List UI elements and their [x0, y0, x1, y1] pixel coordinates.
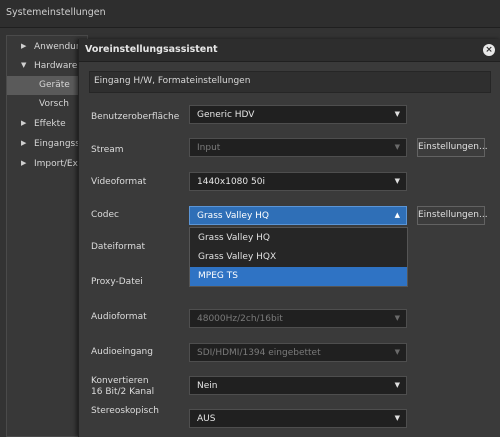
tree-item-import-export[interactable]: ▶ Import/Exp	[7, 155, 87, 174]
audioeingang-label: Audioeingang	[91, 347, 153, 357]
stream-settings-button[interactable]: Einstellungen...	[417, 138, 488, 157]
triangle-right-icon: ▶	[21, 159, 27, 167]
select-value: Generic HDV	[197, 110, 255, 120]
videoformat-select[interactable]: 1440x1080 50i ▼	[189, 172, 407, 191]
codec-option[interactable]: Grass Valley HQ	[190, 229, 407, 248]
preset-wizard-dialog: Voreinstellungsassistent × Eingang H/W, …	[78, 39, 500, 437]
stream-label: Stream	[91, 145, 124, 155]
tree-item-anwendung[interactable]: ▶ Anwendun	[7, 38, 87, 57]
tree-item-geraete[interactable]: Geräte	[7, 76, 87, 95]
konvertieren-label-line1: Konvertieren	[91, 376, 149, 386]
select-value: 48000Hz/2ch/16bit	[197, 314, 283, 324]
benutzeroberflaeche-label: Benutzeroberfläche	[91, 112, 180, 122]
konvertieren-select[interactable]: Nein ▼	[189, 376, 407, 395]
section-header: Eingang H/W, Formateinstellungen	[89, 71, 491, 93]
tree-item-label: Hardware	[34, 61, 78, 71]
select-value: Nein	[197, 381, 218, 391]
audioformat-label: Audioformat	[91, 312, 147, 322]
tree-item-label: Import/Exp	[34, 159, 84, 169]
tree-item-label: Anwendun	[34, 42, 82, 52]
stereoskopisch-label: Stereoskopisch	[91, 406, 159, 416]
benutzeroberflaeche-select[interactable]: Generic HDV ▼	[189, 105, 407, 124]
triangle-right-icon: ▶	[21, 119, 27, 127]
tree-item-label: Geräte	[39, 80, 70, 90]
section-title: Eingang H/W, Formateinstellungen	[94, 76, 251, 86]
tree-item-label: Eingangsst	[34, 139, 84, 149]
codec-option[interactable]: Grass Valley HQX	[190, 248, 407, 267]
chevron-down-icon: ▼	[394, 314, 400, 322]
triangle-right-icon: ▶	[21, 139, 27, 147]
chevron-down-icon: ▼	[394, 348, 400, 356]
audioformat-select: 48000Hz/2ch/16bit ▼	[189, 309, 407, 328]
audioeingang-select: SDI/HDMI/1394 eingebettet ▼	[189, 343, 407, 362]
dialog-titlebar: Voreinstellungsassistent ×	[79, 39, 500, 62]
codec-option-label: Grass Valley HQ	[198, 233, 270, 243]
select-value: Input	[197, 143, 221, 153]
window-title: Systemeinstellungen	[6, 7, 106, 18]
codec-label: Codec	[91, 210, 119, 220]
stereoskopisch-select[interactable]: AUS ▼	[189, 409, 407, 428]
select-value: AUS	[197, 414, 216, 424]
select-value: Grass Valley HQ	[197, 211, 269, 221]
konvertieren-label: Konvertieren 16 Bit/2 Kanal	[91, 376, 154, 398]
chevron-down-icon: ▼	[394, 143, 400, 151]
codec-option-label: MPEG TS	[198, 271, 238, 281]
chevron-up-icon: ▲	[394, 211, 400, 219]
settings-tree: ▶ Anwendun ▼ Hardware Geräte Vorsch ▶ Ef…	[6, 35, 88, 437]
tree-item-vorschau[interactable]: Vorsch	[7, 95, 87, 114]
chevron-down-icon: ▼	[394, 381, 400, 389]
codec-settings-button[interactable]: Einstellungen...	[417, 206, 488, 225]
triangle-down-icon: ▼	[21, 61, 27, 69]
codec-select[interactable]: Grass Valley HQ ▲	[189, 206, 407, 225]
proxy-label: Proxy-Datei	[91, 277, 143, 287]
tree-item-effekte[interactable]: ▶ Effekte	[7, 115, 87, 134]
select-value: 1440x1080 50i	[197, 177, 265, 187]
stream-select: Input ▼	[189, 138, 407, 157]
tree-item-label: Effekte	[34, 119, 66, 129]
tree-item-label: Vorsch	[39, 99, 70, 109]
select-value: SDI/HDMI/1394 eingebettet	[197, 348, 321, 358]
tree-item-eingangssteuerung[interactable]: ▶ Eingangsst	[7, 135, 87, 154]
chevron-down-icon: ▼	[394, 414, 400, 422]
codec-dropdown-list: Grass Valley HQ Grass Valley HQX MPEG TS	[189, 227, 408, 287]
codec-option-label: Grass Valley HQX	[198, 252, 277, 262]
tree-item-hardware[interactable]: ▼ Hardware	[7, 57, 87, 76]
dateiformat-label: Dateiformat	[91, 242, 146, 252]
window-titlebar: Systemeinstellungen	[0, 0, 500, 28]
videoformat-label: Videoformat	[91, 177, 147, 187]
chevron-down-icon: ▼	[394, 177, 400, 185]
dialog-title: Voreinstellungsassistent	[85, 44, 218, 55]
close-icon[interactable]: ×	[483, 44, 495, 56]
konvertieren-label-line2: 16 Bit/2 Kanal	[91, 387, 155, 397]
codec-option-highlighted[interactable]: MPEG TS	[190, 267, 407, 286]
triangle-right-icon: ▶	[21, 42, 27, 50]
chevron-down-icon: ▼	[394, 110, 400, 118]
